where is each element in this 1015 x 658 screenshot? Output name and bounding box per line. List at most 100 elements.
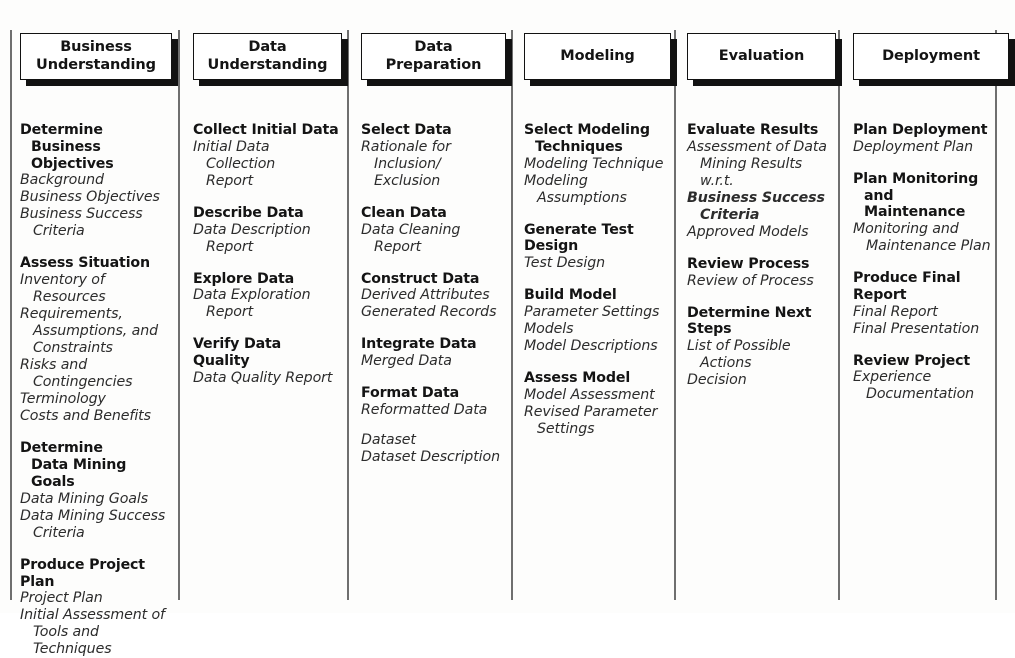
task-name: Determine Data Mining Goals bbox=[20, 440, 127, 490]
task-output: Business Success Criteria bbox=[20, 206, 143, 240]
phase-columns: Business Understanding Determine Business… bbox=[0, 0, 1015, 657]
task-name: Produce Project Plan bbox=[20, 556, 145, 590]
task-name: Plan Monitoring and Maintenance bbox=[853, 170, 979, 221]
task-group: Integrate Data Merged Data bbox=[361, 336, 506, 370]
task-name: Determine Business Objectives bbox=[20, 122, 114, 172]
task-output: Business Objectives bbox=[20, 189, 160, 206]
task-group: Clean Data Data Cleaning Report bbox=[361, 205, 506, 256]
task-output: Derived Attributes bbox=[361, 287, 490, 304]
task-group: Select Data Rationale for Inclusion/ Excl… bbox=[361, 122, 506, 190]
phase-header-box: Data Preparation bbox=[361, 33, 506, 80]
phase-header-box: Evaluation bbox=[687, 33, 836, 80]
phase-header-modeling[interactable]: Modeling bbox=[524, 33, 677, 86]
task-output: Final Report bbox=[853, 303, 938, 320]
task-output: Models bbox=[524, 320, 574, 337]
task-output: Final Presentation bbox=[853, 320, 980, 337]
task-group: Construct Data Derived Attributes Generate… bbox=[361, 271, 506, 322]
task-output: Project Plan bbox=[20, 590, 103, 607]
task-name: Clean Data bbox=[361, 204, 447, 221]
phase-column-evaluation: Evaluation Evaluate Results Assessment of … bbox=[675, 0, 842, 613]
task-name: Collect Initial Data bbox=[193, 122, 339, 138]
phase-title: Deployment bbox=[882, 47, 980, 64]
task-group: Produce Final Report Final Report Final Pr… bbox=[853, 270, 1009, 338]
phase-title: Modeling bbox=[560, 47, 635, 64]
task-name: Review Process bbox=[687, 255, 810, 272]
task-output: Approved Models bbox=[687, 223, 809, 240]
task-output: Model Descriptions bbox=[524, 337, 658, 354]
task-output: Initial Data Collection Report bbox=[193, 138, 276, 189]
task-group: Determine Business Objectives Background B… bbox=[20, 122, 172, 240]
task-name: Assess Situation bbox=[20, 255, 150, 272]
task-output: Generated Records bbox=[361, 304, 497, 321]
task-group: Evaluate Results Assessment of Data Minin… bbox=[687, 122, 836, 241]
crisp-dm-diagram: Business Understanding Determine Business… bbox=[0, 0, 1015, 657]
task-output: Experience Documentation bbox=[853, 369, 975, 403]
task-output: Parameter Settings bbox=[524, 303, 660, 320]
task-group: Assess Situation Inventory of Resources Re… bbox=[20, 255, 172, 425]
task-group: Describe Data Data Description Report bbox=[193, 205, 342, 256]
phase-header-data-preparation[interactable]: Data Preparation bbox=[361, 33, 512, 86]
phase-header-box: Data Understanding bbox=[193, 33, 342, 80]
task-output: Decision bbox=[687, 372, 747, 389]
task-name: Integrate Data bbox=[361, 336, 477, 353]
phase-title: Business Understanding bbox=[36, 39, 156, 73]
phase-header-evaluation[interactable]: Evaluation bbox=[687, 33, 842, 86]
task-output: Dataset bbox=[361, 432, 416, 449]
task-group: Build Model Parameter Settings Models Model… bbox=[524, 287, 671, 355]
task-output: Background bbox=[20, 172, 104, 189]
task-name: Verify Data Quality bbox=[193, 336, 282, 370]
task-group: Plan Deployment Deployment Plan bbox=[853, 122, 1009, 156]
task-name: Explore Data bbox=[193, 270, 295, 287]
task-output: Revised Parameter Settings bbox=[524, 403, 658, 437]
task-name: Determine Next Steps bbox=[687, 304, 812, 338]
task-group: Select Modeling Techniques Modeling Techn… bbox=[524, 122, 671, 207]
task-list: Select Modeling Techniques Modeling Techn… bbox=[524, 122, 671, 438]
task-group: Explore Data Data Exploration Report bbox=[193, 271, 342, 322]
phase-header-box: Deployment bbox=[853, 33, 1009, 80]
task-output: Initial Assessment of Tools and Techniqu… bbox=[20, 607, 165, 658]
task-output: Terminology bbox=[20, 391, 106, 408]
task-output: Data Mining Goals bbox=[20, 490, 149, 507]
task-list: Determine Business Objectives Background B… bbox=[20, 122, 172, 658]
task-name: Plan Deployment bbox=[853, 122, 988, 138]
task-name: Assess Model bbox=[524, 369, 631, 386]
task-output: Modeling Assumptions bbox=[524, 172, 627, 206]
task-name: Construct Data bbox=[361, 270, 480, 287]
task-group: Generate Test Design Test Design bbox=[524, 222, 671, 273]
task-output: Inventory of Resources bbox=[20, 272, 106, 306]
task-output: Model Assessment bbox=[524, 386, 655, 403]
task-name: Evaluate Results bbox=[687, 122, 819, 138]
task-output: Data Cleaning Report bbox=[361, 221, 461, 255]
task-group: Determine Data Mining Goals Data Mining G… bbox=[20, 440, 172, 541]
task-output: Risks and Contingencies bbox=[20, 357, 133, 391]
task-group: Collect Initial Data Initial Data Collect… bbox=[193, 122, 342, 190]
phase-title: Data Preparation bbox=[385, 39, 482, 73]
task-output: Review of Process bbox=[687, 272, 814, 289]
task-output: Data Exploration Report bbox=[193, 287, 311, 321]
task-name: Describe Data bbox=[193, 204, 304, 221]
phase-header-deployment[interactable]: Deployment bbox=[853, 33, 1015, 86]
task-name: Build Model bbox=[524, 287, 617, 304]
phase-header-data-understanding[interactable]: Data Understanding bbox=[193, 33, 348, 86]
phase-title: Data Understanding bbox=[207, 39, 328, 73]
task-output: Rationale for Inclusion/ Exclusion bbox=[361, 138, 451, 189]
task-list: Select Data Rationale for Inclusion/ Excl… bbox=[361, 122, 506, 466]
task-list: Evaluate Results Assessment of Data Minin… bbox=[687, 122, 836, 389]
task-name: Review Project bbox=[853, 352, 971, 369]
task-output: Monitoring and Maintenance Plan bbox=[853, 221, 991, 255]
phase-header-box: Modeling bbox=[524, 33, 671, 80]
task-name: Select Data bbox=[361, 122, 452, 138]
task-output: Assessment of Data Mining Results w.r.t. bbox=[687, 138, 827, 189]
task-name: Produce Final Report bbox=[853, 270, 961, 303]
task-group: Determine Next Steps List of Possible Act… bbox=[687, 305, 836, 390]
phase-title: Evaluation bbox=[718, 47, 805, 64]
task-group: Review Process Review of Process bbox=[687, 256, 836, 290]
task-group: Plan Monitoring and Maintenance Monitorin… bbox=[853, 171, 1009, 255]
task-output: Requirements, Assumptions, and Constrain… bbox=[20, 306, 158, 357]
task-name: Generate Test Design bbox=[524, 221, 634, 255]
task-group: Format Data Reformatted Data Dataset Datase… bbox=[361, 385, 506, 466]
task-group: Review Project Experience Documentation bbox=[853, 353, 1009, 404]
phase-header-business-understanding[interactable]: Business Understanding bbox=[20, 33, 178, 86]
phase-column-data-preparation: Data Preparation Select Data Rationale for… bbox=[348, 0, 512, 613]
task-output: Data Quality Report bbox=[193, 369, 333, 386]
